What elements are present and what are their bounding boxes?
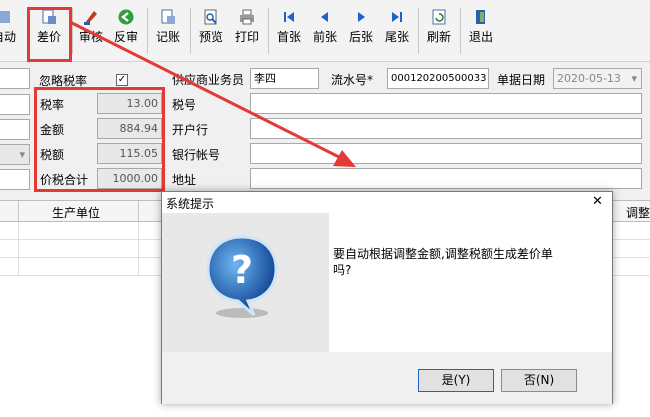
dialog-message-line-1: 要自动根据调整金额,调整税额生成差价单	[333, 247, 553, 261]
system-prompt-dialog: 系统提示 ✕ ? 要自动根据调整金额,调整税额生成差价单 吗? 是(Y) 否(N…	[161, 191, 613, 404]
dialog-icon-panel: ?	[162, 213, 329, 352]
dialog-title: 系统提示	[166, 197, 215, 211]
no-button[interactable]: 否(N)	[501, 369, 577, 392]
dialog-titlebar: 系统提示 ✕	[162, 192, 612, 213]
svg-text:?: ?	[231, 248, 253, 292]
dialog-footer: 是(Y) 否(N)	[162, 352, 612, 404]
close-icon[interactable]: ✕	[592, 194, 603, 209]
yes-button[interactable]: 是(Y)	[418, 369, 494, 392]
dialog-message-line-2: 吗?	[333, 263, 352, 277]
question-icon: ?	[206, 235, 278, 318]
